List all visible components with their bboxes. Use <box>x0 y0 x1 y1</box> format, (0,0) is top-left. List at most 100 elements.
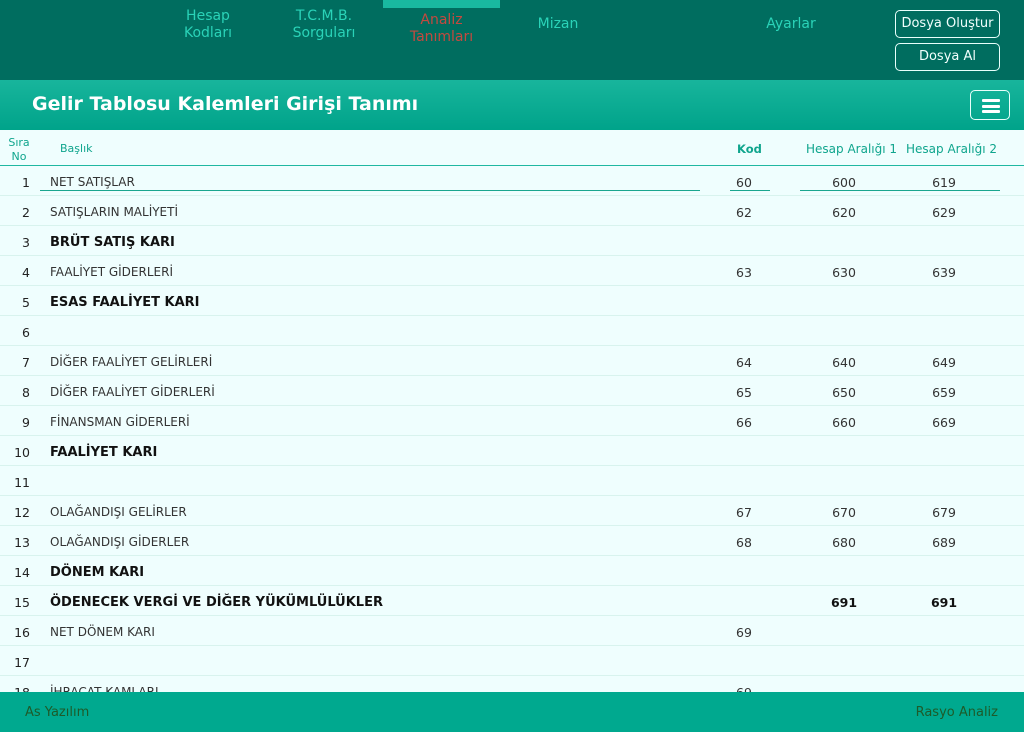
nav-hesap-kodlari-label: Hesap Kodları <box>183 8 233 41</box>
row-title[interactable]: NET DÖNEM KARI <box>50 625 155 639</box>
row-hesap-araligi-2[interactable]: 691 <box>920 595 968 610</box>
nav-mizan[interactable]: Mizan <box>500 0 616 80</box>
row-hesap-araligi-1[interactable]: 691 <box>820 595 868 610</box>
row-number: 17 <box>14 655 30 670</box>
menu-button[interactable] <box>970 90 1010 120</box>
row-kod[interactable]: 67 <box>736 505 752 520</box>
table-row[interactable]: 4 FAALİYET GİDERLERİ 63 630 639 <box>0 256 1024 286</box>
row-kod[interactable]: 60 <box>736 175 752 190</box>
row-kod[interactable]: 68 <box>736 535 752 550</box>
row-title[interactable]: ÖDENECEK VERGİ VE DİĞER YÜKÜMLÜLÜKLER <box>50 595 383 610</box>
row-hesap-araligi-1[interactable]: 620 <box>820 205 868 220</box>
table-row[interactable]: 7 DİĞER FAALİYET GELİRLERİ 64 640 649 <box>0 346 1024 376</box>
column-header-hesap-araligi-1: Hesap Aralığı 1 <box>806 142 898 156</box>
row-hesap-araligi-1[interactable]: 670 <box>820 505 868 520</box>
table-row[interactable]: 8 DİĞER FAALİYET GİDERLERİ 65 650 659 <box>0 376 1024 406</box>
nav-tcmb-sorgulari[interactable]: T.C.M.B. Sorguları <box>266 0 382 80</box>
row-number: 2 <box>22 205 30 220</box>
row-hesap-araligi-1[interactable]: 640 <box>820 355 868 370</box>
footer-app-name: Rasyo Analiz <box>915 705 998 720</box>
get-file-button[interactable]: Dosya Al <box>895 43 1000 71</box>
row-hesap-araligi-2[interactable]: 669 <box>920 415 968 430</box>
row-number: 4 <box>22 265 30 280</box>
row-hesap-araligi-2[interactable]: 619 <box>920 175 968 190</box>
table-row[interactable]: 18 İHRACAT KAMLARI 69 <box>0 676 1024 692</box>
table-row[interactable]: 6 <box>0 316 1024 346</box>
row-title[interactable]: DİĞER FAALİYET GİDERLERİ <box>50 385 215 399</box>
row-hesap-araligi-1[interactable]: 660 <box>820 415 868 430</box>
row-number: 12 <box>14 505 30 520</box>
table-row[interactable]: 11 <box>0 466 1024 496</box>
table-row[interactable]: 15 ÖDENECEK VERGİ VE DİĞER YÜKÜMLÜLÜKLER 6… <box>0 586 1024 616</box>
row-title[interactable]: FAALİYET KARI <box>50 445 157 460</box>
row-kod[interactable]: 63 <box>736 265 752 280</box>
table-row[interactable]: 9 FİNANSMAN GİDERLERİ 66 660 669 <box>0 406 1024 436</box>
edit-field-underline <box>730 190 770 191</box>
column-header-hesap-araligi-2: Hesap Aralığı 2 <box>906 142 998 156</box>
footer-company-name: As Yazılım <box>25 705 90 720</box>
column-header-sira-no: Sıra No <box>8 136 30 163</box>
row-hesap-araligi-1[interactable]: 650 <box>820 385 868 400</box>
footer: As Yazılım Rasyo Analiz <box>0 692 1024 732</box>
table-row[interactable]: 2 SATIŞLARIN MALİYETİ 62 620 629 <box>0 196 1024 226</box>
table-row[interactable]: 17 <box>0 646 1024 676</box>
row-kod[interactable]: 62 <box>736 205 752 220</box>
row-title[interactable]: FİNANSMAN GİDERLERİ <box>50 415 190 429</box>
row-title[interactable]: BRÜT SATIŞ KARI <box>50 235 175 250</box>
table-row[interactable]: 10 FAALİYET KARI <box>0 436 1024 466</box>
table-row[interactable]: 12 OLAĞANDIŞI GELİRLER 67 670 679 <box>0 496 1024 526</box>
row-number: 15 <box>14 595 30 610</box>
nav-hesap-kodlari[interactable]: Hesap Kodları <box>150 0 266 80</box>
row-title[interactable]: İHRACAT KAMLARI <box>50 685 158 692</box>
row-hesap-araligi-1[interactable]: 600 <box>820 175 868 190</box>
table-row[interactable]: 5 ESAS FAALİYET KARI <box>0 286 1024 316</box>
row-hesap-araligi-1[interactable]: 630 <box>820 265 868 280</box>
table-row[interactable]: 3 BRÜT SATIŞ KARI <box>0 226 1024 256</box>
row-kod[interactable]: 64 <box>736 355 752 370</box>
row-title[interactable]: OLAĞANDIŞI GİDERLER <box>50 535 189 549</box>
row-hesap-araligi-2[interactable]: 689 <box>920 535 968 550</box>
table-body: 1 NET SATIŞLAR 60 600 619 2 SATIŞLARIN MALİYET… <box>0 166 1024 692</box>
table-row[interactable]: 16 NET DÖNEM KARI 69 <box>0 616 1024 646</box>
row-hesap-araligi-2[interactable]: 659 <box>920 385 968 400</box>
row-title[interactable]: OLAĞANDIŞI GELİRLER <box>50 505 187 519</box>
nav-ayarlar-label: Ayarlar <box>766 16 816 32</box>
nav-ayarlar[interactable]: Ayarlar <box>733 0 849 80</box>
table-row[interactable]: 1 NET SATIŞLAR 60 600 619 <box>0 166 1024 196</box>
nav-analiz-tanimlari[interactable]: Analiz Tanımları <box>383 0 500 80</box>
row-hesap-araligi-2[interactable]: 679 <box>920 505 968 520</box>
row-kod[interactable]: 69 <box>736 625 752 640</box>
row-hesap-araligi-2[interactable]: 629 <box>920 205 968 220</box>
row-title[interactable]: FAALİYET GİDERLERİ <box>50 265 173 279</box>
table-row[interactable]: 14 DÖNEM KARI <box>0 556 1024 586</box>
nav-tcmb-sorgulari-label: T.C.M.B. Sorguları <box>292 8 356 41</box>
row-title[interactable]: DÖNEM KARI <box>50 565 144 580</box>
table-row[interactable]: 13 OLAĞANDIŞI GİDERLER 68 680 689 <box>0 526 1024 556</box>
row-kod[interactable]: 69 <box>736 685 752 692</box>
top-navigation-bar: Hesap Kodları T.C.M.B. Sorguları Analiz Tan… <box>0 0 1024 80</box>
row-title[interactable]: ESAS FAALİYET KARI <box>50 295 200 310</box>
nav-mizan-label: Mizan <box>537 16 579 32</box>
row-kod[interactable]: 66 <box>736 415 752 430</box>
edit-field-underline <box>40 190 700 191</box>
row-number: 11 <box>14 475 30 490</box>
row-number: 16 <box>14 625 30 640</box>
row-title[interactable]: NET SATIŞLAR <box>50 175 135 189</box>
row-number: 9 <box>22 415 30 430</box>
row-number: 10 <box>14 445 30 460</box>
row-hesap-araligi-1[interactable]: 680 <box>820 535 868 550</box>
row-hesap-araligi-2[interactable]: 639 <box>920 265 968 280</box>
row-number: 3 <box>22 235 30 250</box>
page-title-bar: Gelir Tablosu Kalemleri Girişi Tanımı <box>0 80 1024 130</box>
row-number: 7 <box>22 355 30 370</box>
row-number: 1 <box>22 175 30 190</box>
column-header-kod: Kod <box>737 142 762 156</box>
row-number: 8 <box>22 385 30 400</box>
row-title[interactable]: DİĞER FAALİYET GELİRLERİ <box>50 355 212 369</box>
row-number: 18 <box>0 685 30 692</box>
row-kod[interactable]: 65 <box>736 385 752 400</box>
row-title[interactable]: SATIŞLARIN MALİYETİ <box>50 205 178 219</box>
edit-field-underline <box>800 190 1000 191</box>
create-file-button[interactable]: Dosya Oluştur <box>895 10 1000 38</box>
row-hesap-araligi-2[interactable]: 649 <box>920 355 968 370</box>
